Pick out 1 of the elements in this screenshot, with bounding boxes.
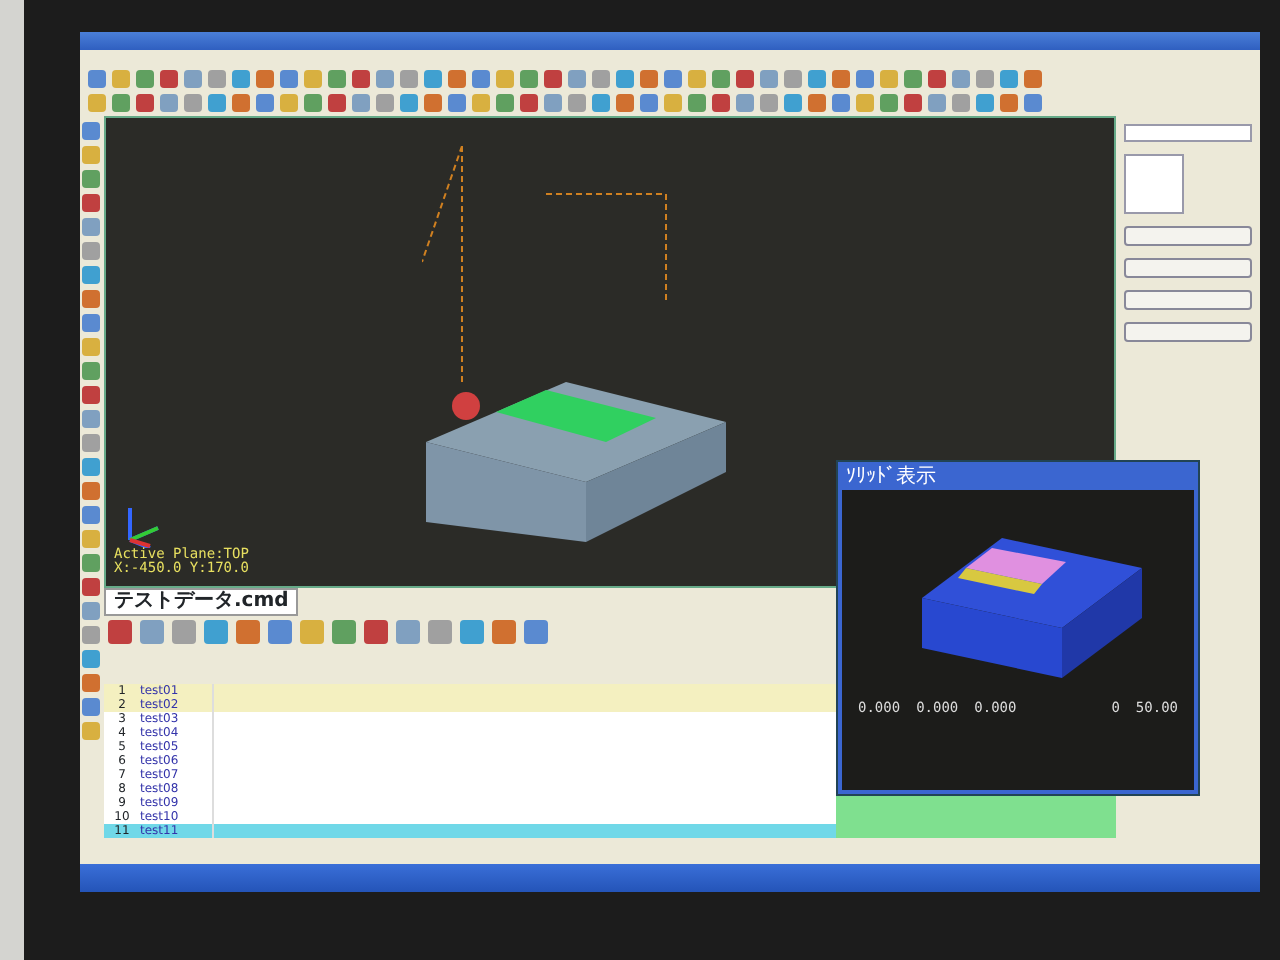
- window-title: ｿﾘｯﾄﾞ表示: [844, 466, 938, 490]
